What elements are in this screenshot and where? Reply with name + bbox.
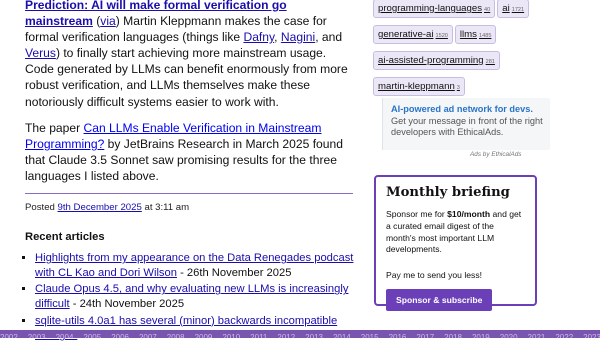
footer-year-link[interactable]: 2008 <box>167 334 185 339</box>
ad-credit-link[interactable]: Ads by EthicalAds <box>470 151 522 158</box>
dafny-link[interactable]: Dafny <box>243 30 274 44</box>
tag-list: programming-languages 40 ai 1721 generative… <box>373 0 543 102</box>
via-link[interactable]: via <box>100 14 115 28</box>
recent-article-date: - 26th November 2025 <box>176 266 292 279</box>
footer-year-link[interactable]: 2015 <box>361 334 379 339</box>
tag-count: 1485 <box>478 33 492 39</box>
footer-year-link[interactable]: 2002 <box>0 334 18 339</box>
briefing-title: Monthly briefing <box>386 185 510 200</box>
footer-year-link[interactable]: 2016 <box>389 334 407 339</box>
footer-year-link[interactable]: 2005 <box>83 334 101 339</box>
monthly-briefing-box: Monthly briefing Sponsor me for $10/mont… <box>374 175 537 312</box>
footer-year-link[interactable]: 2017 <box>416 334 434 339</box>
tag-count: 281 <box>485 59 495 65</box>
footer-year-link[interactable]: 2014 <box>333 334 351 339</box>
list-item: Highlights from my appearance on the Dat… <box>35 251 355 280</box>
tag-label: programming-languages <box>378 3 482 14</box>
footer-year-nav: 2002 2003 2004 2005 2006 2007 2008 2009 2010 2011… <box>0 330 600 338</box>
tag-label: ai-assisted-programming <box>378 55 484 66</box>
posted-prefix: Posted <box>25 202 58 214</box>
briefing-description: Sponsor me for $10/month and get a curat… <box>386 209 525 256</box>
tag-label: llms <box>459 29 477 40</box>
ad-body: Get your message in front of the right d… <box>391 115 543 138</box>
tag-llms[interactable]: llms 1485 <box>454 25 497 44</box>
posted-date-link[interactable]: 9th December 2025 <box>58 202 142 213</box>
briefing-price: $10/month <box>447 209 491 219</box>
footer-year-link[interactable]: 2019 <box>472 334 490 339</box>
sponsor-subscribe-button[interactable]: Sponsor & subscribe <box>386 289 493 312</box>
footer-year-link[interactable]: 2013 <box>305 334 323 339</box>
tag-count: 1520 <box>435 33 448 39</box>
entry-intro: Prediction: AI will make formal verifica… <box>25 0 355 110</box>
footer-year-link[interactable]: 2009 <box>195 334 213 339</box>
briefing-text-prefix: Sponsor me for <box>386 209 448 219</box>
footer-year-link[interactable]: 2003 <box>28 334 46 339</box>
verus-link[interactable]: Verus <box>25 46 56 60</box>
tag-count: 1721 <box>511 7 525 13</box>
intro-text-2: ) to finally start achieving more mainst… <box>25 46 348 109</box>
footer-year-link[interactable]: 2006 <box>111 334 129 339</box>
tag-label: generative-ai <box>378 29 434 40</box>
tag-generative-ai[interactable]: generative-ai 1520 <box>373 25 453 44</box>
footer-year-link[interactable]: 2023 <box>583 334 600 339</box>
entry-paragraph: The paper Can LLMs Enable Verification i… <box>25 120 355 184</box>
footer-year-link[interactable]: 2010 <box>222 334 240 339</box>
posted-time: at 3:11 am <box>141 202 190 214</box>
footer-year-link[interactable]: 2011 <box>250 334 267 339</box>
posted-date: Posted 9th December 2025 at 3:11 am <box>25 200 355 216</box>
ad-headline: AI-powered ad network for devs. <box>391 104 533 114</box>
recent-article-date: - 24th November 2025 <box>69 298 185 310</box>
tag-programming-languages[interactable]: programming-languages 40 <box>373 0 496 18</box>
briefing-cta: Pay me to send you less! <box>386 270 483 281</box>
tag-label: martin-kleppmann <box>378 81 455 92</box>
footer-year-link[interactable]: 2004 <box>56 334 74 339</box>
footer-year-link[interactable]: 2020 <box>500 334 518 339</box>
nagini-link[interactable]: Nagini <box>281 30 315 44</box>
tag-ai[interactable]: ai 1721 <box>497 0 530 18</box>
tag-label: ai <box>502 3 510 14</box>
entry-content: Prediction: AI will make formal verifica… <box>25 0 355 345</box>
list-item: Claude Opus 4.5, and why evaluating new … <box>35 282 355 311</box>
footer-year-link[interactable]: 2022 <box>555 334 573 339</box>
entry-divider <box>25 193 353 195</box>
footer-year-link[interactable]: 2021 <box>528 334 546 339</box>
footer-year-link[interactable]: 2007 <box>139 334 157 339</box>
tag-count: 40 <box>484 7 491 13</box>
comma-text: , <box>274 30 281 45</box>
footer-year-link[interactable]: 2012 <box>277 334 295 339</box>
para2-prefix: The paper <box>25 120 84 135</box>
ethicalads-ad[interactable]: AI-powered ad network for devs. Get your… <box>382 98 550 150</box>
list-item: sqlite-utils 4.0a1 has several (minor) b… <box>35 314 355 343</box>
tag-martin-kleppmann[interactable]: martin-kleppmann 3 <box>373 77 465 96</box>
tag-ai-assisted-programming[interactable]: ai-assisted-programming 281 <box>373 51 500 70</box>
and-text: , and <box>315 30 343 45</box>
tag-count: 3 <box>456 85 460 91</box>
footer-year-link[interactable]: 2018 <box>444 334 462 339</box>
recent-articles-heading: Recent articles <box>25 231 105 244</box>
